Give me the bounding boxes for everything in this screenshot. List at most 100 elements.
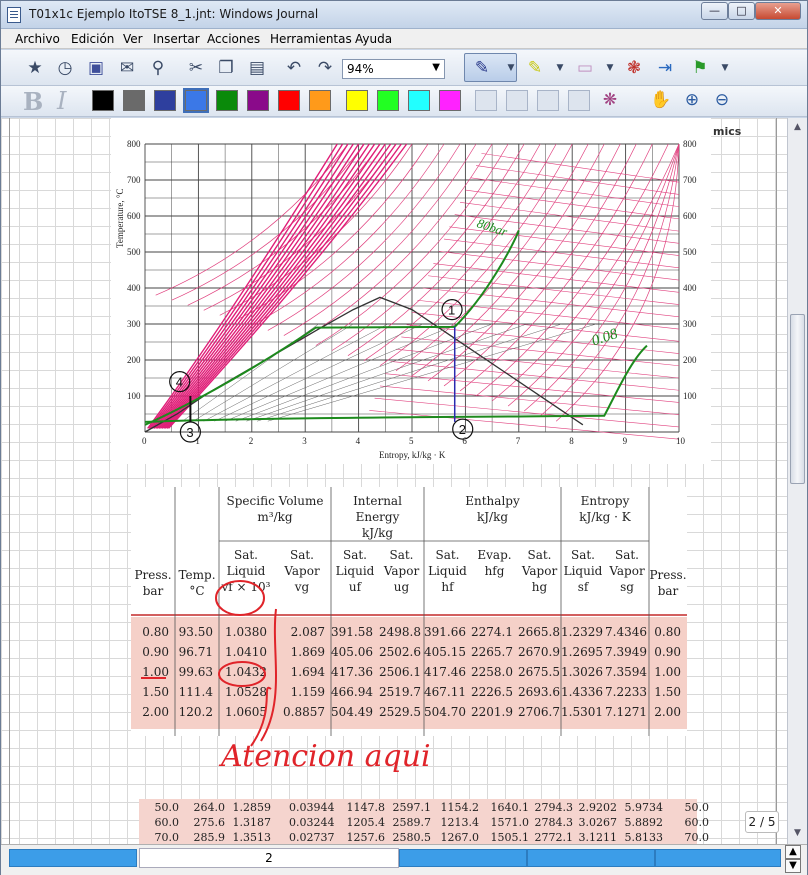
- open-icon[interactable]: ◷: [53, 56, 77, 80]
- lower-table-cell: 50.0: [684, 801, 710, 814]
- table-cell: 2506.1: [379, 665, 421, 679]
- menu-ayuda[interactable]: Ayuda: [355, 32, 392, 46]
- pressure-annotation-low: 0.08: [590, 326, 620, 349]
- flag-icon[interactable]: ⚑: [688, 56, 712, 80]
- zoom-in-icon[interactable]: ⊕: [680, 88, 704, 112]
- scroll-up-icon[interactable]: ▲: [790, 120, 805, 135]
- menu-ver[interactable]: Ver: [123, 32, 143, 46]
- bold-icon[interactable]: B: [23, 87, 43, 116]
- highlighter-icon[interactable]: ✎: [523, 56, 547, 80]
- menu-herramientas[interactable]: Herramientas: [270, 32, 352, 46]
- eraser-icon[interactable]: ▭: [573, 56, 597, 80]
- color-swatch-12[interactable]: [439, 90, 461, 111]
- color-swatch-7[interactable]: [278, 90, 300, 111]
- right-y-tick-label: 700: [683, 175, 697, 185]
- scroll-thumb[interactable]: [790, 314, 805, 484]
- cut-icon[interactable]: ✂: [184, 56, 208, 80]
- isenthalpic-line: [406, 324, 680, 354]
- lower-table-cell: 50.0: [154, 801, 180, 814]
- insert-space-icon[interactable]: ⇥: [653, 56, 677, 80]
- red-ink-annotations: [141, 580, 277, 747]
- undo-icon[interactable]: ↶: [282, 56, 306, 80]
- vertical-scrollbar[interactable]: ▲ ▼: [787, 118, 807, 844]
- chevron-down-icon: ▼: [432, 62, 440, 73]
- lower-table-cell: 1154.2: [440, 801, 480, 814]
- y-tick-label: 600: [127, 211, 141, 221]
- lasso-icon[interactable]: ❃: [622, 56, 646, 80]
- previous-page-icon[interactable]: ▲: [785, 845, 801, 859]
- pen-dropdown-icon[interactable]: ▼: [499, 56, 523, 80]
- x-tick-label: 10: [676, 436, 686, 446]
- custom-swatch-3[interactable]: [537, 90, 559, 111]
- lower-table-cell: 1147.8: [346, 801, 386, 814]
- lower-table-cell: 2580.5: [392, 831, 432, 844]
- color-swatch-10[interactable]: [377, 90, 399, 111]
- new-note-icon[interactable]: ★: [23, 56, 47, 80]
- table-cell: 2265.7: [471, 645, 513, 659]
- pressure-annotation-high: 80bar: [475, 215, 510, 239]
- table-cell: 1.2695: [561, 645, 603, 659]
- table-cell: 2.00: [654, 705, 681, 719]
- table-group-header: Specific Volume m³/kg: [226, 494, 324, 524]
- table-cell: 2693.6: [518, 685, 560, 699]
- color-swatch-4[interactable]: [183, 88, 209, 113]
- color-swatch-5[interactable]: [216, 90, 238, 111]
- italic-icon[interactable]: I: [57, 87, 66, 115]
- y-tick-label: 100: [127, 391, 141, 401]
- color-swatch-9[interactable]: [346, 90, 368, 111]
- menu-insertar[interactable]: Insertar: [153, 32, 200, 46]
- table-cell: 2706.7: [518, 705, 560, 719]
- point-label: 3: [186, 425, 193, 440]
- table-cell: 2529.5: [379, 705, 421, 719]
- quality-line: [203, 323, 389, 422]
- eraser-dropdown-icon[interactable]: ▼: [598, 56, 622, 80]
- find-icon[interactable]: ⚲: [146, 56, 170, 80]
- flag-dropdown-icon[interactable]: ▼: [713, 56, 737, 80]
- table-cell: 2201.9: [471, 705, 513, 719]
- highlighter-dropdown-icon[interactable]: ▼: [548, 56, 572, 80]
- menu-archivo[interactable]: Archivo: [15, 32, 60, 46]
- compressed-liquid-line: [158, 143, 376, 429]
- table-column-header: Sat. Vapor hg: [521, 548, 558, 594]
- pen-icon[interactable]: ✎: [470, 56, 494, 80]
- next-page-icon[interactable]: ▼: [785, 859, 801, 873]
- table-column-header: Press. bar: [649, 568, 687, 598]
- menu-edicion[interactable]: Edición: [71, 32, 114, 46]
- custom-swatch-4[interactable]: [568, 90, 590, 111]
- color-swatch-1[interactable]: [92, 90, 114, 111]
- color-palette-icon[interactable]: ❋: [598, 88, 622, 112]
- table-column-header: Sat. Liquid hf: [428, 548, 467, 594]
- zoom-select[interactable]: 94% ▼: [342, 59, 445, 79]
- send-icon[interactable]: ✉: [115, 56, 139, 80]
- y-tick-label: 500: [127, 247, 141, 257]
- zoom-out-icon[interactable]: ⊖: [710, 88, 734, 112]
- status-segment-mid: [399, 849, 527, 867]
- menu-acciones[interactable]: Acciones: [207, 32, 260, 46]
- maximize-button[interactable]: □: [728, 2, 755, 20]
- table-cell: 1.3026: [561, 665, 603, 679]
- hand-pan-icon[interactable]: ✋: [649, 88, 673, 112]
- redo-icon[interactable]: ↷: [313, 56, 337, 80]
- table-cell: 7.2233: [605, 685, 647, 699]
- table-cell: 2226.5: [471, 685, 513, 699]
- page-number-field[interactable]: 2: [139, 848, 399, 868]
- close-button[interactable]: ✕: [755, 2, 801, 20]
- isobar-line: [491, 143, 680, 402]
- lower-table-cell: 0.03244: [289, 816, 335, 829]
- save-icon[interactable]: ▣: [84, 56, 108, 80]
- copy-icon[interactable]: ❐: [214, 56, 238, 80]
- color-swatch-6[interactable]: [247, 90, 269, 111]
- color-swatch-3[interactable]: [154, 90, 176, 111]
- paste-icon[interactable]: ▤: [245, 56, 269, 80]
- table-column-header: Sat. Vapor ug: [383, 548, 420, 594]
- color-swatch-8[interactable]: [309, 90, 331, 111]
- custom-swatch-2[interactable]: [506, 90, 528, 111]
- color-swatch-11[interactable]: [408, 90, 430, 111]
- table-cell: 2274.1: [471, 625, 513, 639]
- table-cell: 1.2329: [561, 625, 603, 639]
- custom-swatch-1[interactable]: [475, 90, 497, 111]
- scroll-down-icon[interactable]: ▼: [790, 826, 805, 841]
- table-cell: 7.1271: [605, 705, 647, 719]
- color-swatch-2[interactable]: [123, 90, 145, 111]
- minimize-button[interactable]: —: [701, 2, 728, 20]
